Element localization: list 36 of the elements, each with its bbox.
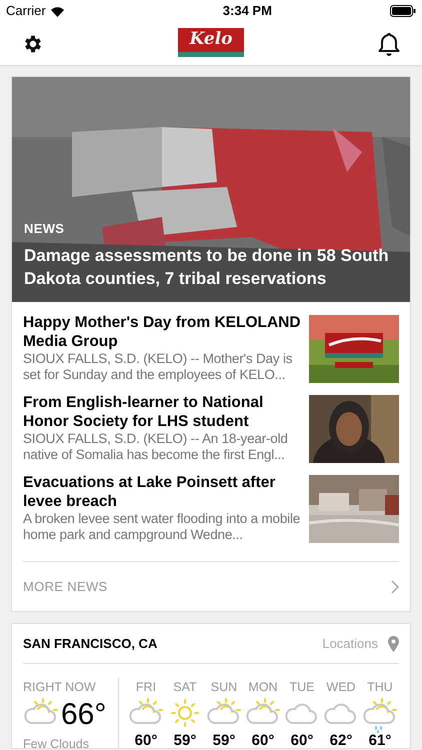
carrier-label: Carrier (6, 2, 46, 20)
day-label: SAT (173, 679, 197, 696)
notification-bell-icon[interactable] (378, 32, 400, 56)
day-label: MON (248, 679, 278, 696)
forecast-temperature: 59° (174, 732, 196, 748)
story-headline: From English-learner to National Honor Society for LHS student (23, 393, 264, 431)
day-label: THU (367, 679, 393, 696)
forecast-temperature: 60° (290, 732, 314, 748)
forecast-temperature: 60° (252, 732, 274, 748)
forecast-temperature: 60° (134, 732, 158, 748)
story-item[interactable]: Evacuations at Lake Poinsett after levee breach A broken levee sent water flooding into a mobile home park and campground Wedne... (23, 473, 399, 543)
category-label: NEWS (24, 220, 64, 238)
forecast-temperature: 59° (212, 732, 236, 748)
story-summary: SIOUX FALLS, S.D. (KELO) -- Mother's Day is set for Sunday and the employees of KELO... (23, 351, 294, 383)
day-label: FRI (136, 679, 156, 696)
day-label: SUN (210, 679, 238, 696)
station-logo: Kelo (178, 28, 244, 60)
battery-icon (390, 5, 416, 17)
location-name: SAN FRANCISCO, CA (23, 634, 158, 653)
right-now-label: RIGHT NOW (23, 679, 96, 696)
clock: 3:34 PM (222, 2, 272, 20)
story-item[interactable]: Happy Mother's Day from KELOLAND Media Group SIOUX FALLS, S.D. (KELO) -- Mother's Day is set for Sunday and the employees of KELO... (23, 313, 399, 383)
location-pin-icon[interactable] (388, 636, 399, 652)
current-temperature: 66° (61, 700, 106, 730)
forecast-temperature: 62° (330, 732, 352, 748)
day-label: WED (326, 679, 356, 696)
current-condition: Few Clouds (23, 736, 89, 748)
story-headline: Happy Mother's Day from KELOLAND Media Group (23, 313, 301, 351)
day-label: TUE (290, 679, 314, 696)
wifi-icon (50, 6, 65, 16)
story-headline: Evacuations at Lake Poinsett after levee breach (23, 473, 276, 511)
story-summary: SIOUX FALLS, S.D. (KELO) -- An 18-year-old native of Somalia has become the first Engl... (23, 431, 289, 463)
chevron-right-icon (391, 580, 399, 594)
forecast-temperature: 61° (368, 732, 392, 748)
story-summary: A broken levee sent water flooding into a mobile home park and campground Wedne... (23, 511, 301, 543)
rain-cloud-icon (362, 696, 398, 733)
